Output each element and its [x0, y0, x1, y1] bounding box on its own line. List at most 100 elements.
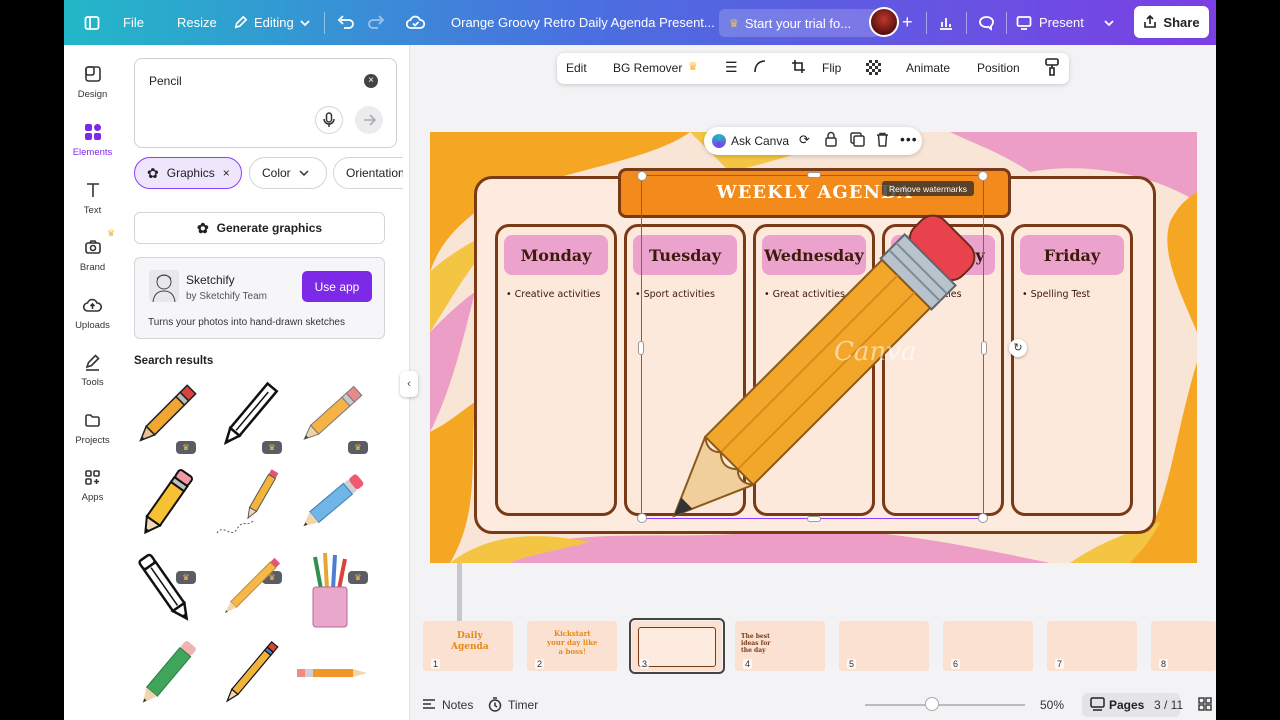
analytics-icon[interactable]	[938, 0, 954, 45]
filter-chip-graphics[interactable]: ✿ Graphics ×	[134, 157, 242, 189]
page-thumbnail[interactable]: 8	[1151, 621, 1216, 671]
resize-handle[interactable]	[981, 341, 987, 355]
projects-icon	[82, 409, 104, 431]
bg-remover-button[interactable]: BG Remover	[613, 61, 682, 75]
page-thumbnail[interactable]: The best ideas for the day 4	[735, 621, 825, 671]
add-collaborator-icon[interactable]: +	[902, 0, 913, 45]
ask-canva-button[interactable]: Ask Canva	[731, 134, 789, 148]
grid-view-icon[interactable]	[1198, 697, 1212, 714]
comment-add-icon[interactable]: ⟳	[799, 132, 810, 148]
rail-item-apps[interactable]: Apps	[64, 466, 121, 503]
page-thumbnail[interactable]: 7	[1047, 621, 1137, 671]
result-pencil-2[interactable]: ♛	[209, 375, 289, 455]
page-thumbnail[interactable]: 5	[839, 621, 929, 671]
sidebar-toggle-icon[interactable]	[84, 0, 100, 45]
app-author: by Sketchify Team	[186, 291, 267, 302]
result-pencil-3[interactable]: ♛	[291, 375, 371, 455]
filter-chip-orientation[interactable]: Orientation	[333, 157, 403, 189]
cloud-saved-icon[interactable]	[406, 0, 425, 45]
result-pencil-5[interactable]: ♛	[209, 463, 289, 584]
timer-icon[interactable]	[488, 697, 502, 715]
use-app-button[interactable]: Use app	[302, 271, 372, 302]
page-number: 3	[640, 659, 650, 669]
start-trial-button[interactable]: ♛ Start your trial fo...	[719, 9, 879, 37]
remove-watermarks-button[interactable]: Remove watermarks	[882, 181, 974, 196]
rail-item-design[interactable]: Design	[64, 63, 121, 100]
search-input[interactable]: Pencil	[149, 74, 182, 88]
page-thumbnail-current[interactable]: 3	[629, 618, 725, 674]
notes-button[interactable]: Notes	[442, 698, 473, 712]
result-pencil-9[interactable]	[126, 635, 206, 715]
result-pencil-7[interactable]	[126, 549, 206, 629]
divider	[1006, 12, 1007, 34]
selection-box[interactable]	[637, 171, 988, 523]
clear-search-icon[interactable]: ×	[364, 74, 378, 88]
undo-icon[interactable]	[337, 0, 354, 45]
apps-icon	[82, 466, 104, 488]
rail-item-text[interactable]: Text	[64, 179, 121, 216]
rail-item-uploads[interactable]: Uploads	[64, 294, 121, 331]
redo-icon[interactable]	[368, 0, 385, 45]
result-pencil-1[interactable]: ♛	[126, 375, 206, 455]
resize-handle[interactable]	[978, 513, 988, 523]
result-pencil-cup[interactable]	[291, 549, 371, 629]
microphone-icon[interactable]	[315, 106, 343, 134]
rail-item-elements[interactable]: Elements	[64, 121, 121, 158]
line-weight-icon[interactable]: ☰	[725, 59, 738, 76]
position-button[interactable]: Position	[977, 61, 1020, 75]
submit-search-icon[interactable]	[355, 106, 383, 134]
page-thumbnail[interactable]: 6	[943, 621, 1033, 671]
flip-button[interactable]: Flip	[822, 61, 841, 75]
resize-button[interactable]: Resize	[177, 0, 217, 45]
file-menu[interactable]: File	[123, 0, 144, 45]
sketchify-app-card[interactable]: Sketchify by Sketchify Team Use app Turn…	[134, 257, 385, 339]
search-box[interactable]: Pencil ×	[134, 58, 397, 148]
remove-filter-icon[interactable]: ×	[223, 166, 230, 180]
page-thumbnail[interactable]: Daily Agenda 1	[423, 621, 513, 671]
rail-item-projects[interactable]: Projects	[64, 409, 121, 446]
duplicate-icon[interactable]	[850, 132, 865, 150]
result-pencil-6[interactable]: ♛	[291, 463, 371, 584]
result-pencil-10[interactable]: ♛	[209, 635, 289, 715]
comment-icon[interactable]	[978, 0, 995, 45]
rail-item-brand[interactable]: Brand ♛	[64, 228, 121, 273]
corner-rounding-icon[interactable]	[753, 58, 767, 77]
resize-handle[interactable]	[978, 171, 988, 181]
more-options-icon[interactable]: •••	[900, 131, 918, 147]
editing-mode-button[interactable]: Editing	[233, 0, 310, 45]
animate-button[interactable]: Animate	[906, 61, 950, 75]
zoom-level[interactable]: 50%	[1040, 698, 1064, 712]
resize-handle[interactable]	[637, 171, 647, 181]
transparency-icon[interactable]	[866, 60, 881, 75]
timer-button[interactable]: Timer	[508, 698, 538, 712]
result-pencil-4[interactable]: ♛	[126, 463, 206, 584]
resize-handle[interactable]	[807, 172, 821, 178]
collapse-panel-chevron-icon[interactable]: ‹	[400, 371, 418, 397]
generate-graphics-button[interactable]: ✿ Generate graphics	[134, 212, 385, 244]
resize-handle[interactable]	[807, 516, 821, 522]
edit-button[interactable]: Edit	[566, 61, 587, 75]
resize-handle[interactable]	[637, 513, 647, 523]
share-button[interactable]: Share	[1134, 6, 1209, 38]
notes-icon[interactable]	[422, 697, 436, 714]
delete-icon[interactable]	[876, 132, 889, 150]
document-title[interactable]: Orange Groovy Retro Daily Agenda Present…	[451, 0, 715, 45]
zoom-slider-thumb[interactable]	[925, 697, 939, 711]
result-pencil-8[interactable]	[209, 549, 289, 629]
resize-handle[interactable]	[638, 341, 644, 355]
copy-style-icon[interactable]	[1045, 58, 1059, 79]
present-button[interactable]: Present	[1016, 0, 1084, 45]
filter-chip-color[interactable]: Color	[249, 157, 327, 189]
rotate-handle-icon[interactable]: ↻	[1009, 339, 1027, 357]
avatar[interactable]	[869, 7, 899, 37]
result-pencil-11[interactable]: ♛	[291, 635, 371, 715]
present-label: Present	[1039, 15, 1084, 30]
lock-icon[interactable]	[825, 131, 837, 150]
rail-item-tools[interactable]: Tools	[64, 351, 121, 388]
uploads-icon	[82, 294, 104, 316]
zoom-slider-track[interactable]	[865, 704, 1025, 706]
present-options-chevron-icon[interactable]	[1104, 0, 1114, 45]
page-thumbnail[interactable]: Kickstart your day like a boss! 2	[527, 621, 617, 671]
left-rail: Design Elements Text Brand ♛ Uploads Too…	[64, 45, 121, 720]
crop-icon[interactable]	[791, 59, 806, 77]
